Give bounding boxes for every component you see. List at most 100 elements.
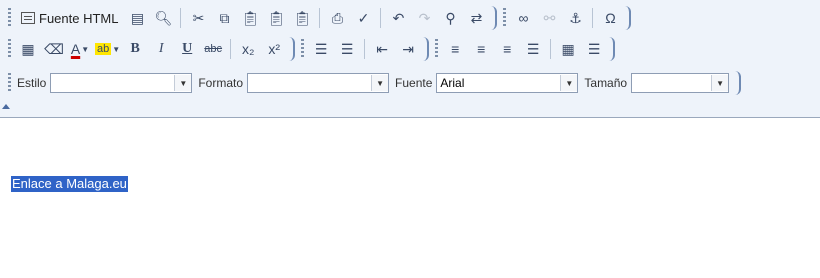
align-center-button[interactable]: ≡: [470, 38, 492, 60]
editor-toolbar: Fuente HTML ▤ 🔍︎ ✂ ⧉ 📋︎ 📋︎ 📋︎ ⎙ ✓ ↶ ↷ ⚲ …: [0, 0, 820, 118]
binoculars-icon: ⚲: [445, 9, 456, 26]
chevron-down-icon[interactable]: ▼: [560, 75, 578, 91]
toolbar-row-3: Estilo ▼ Formato ▼ Fuente Arial ▼ Tamaño…: [8, 69, 747, 97]
separator: [592, 8, 594, 28]
select-all-icon: ▦: [21, 40, 35, 57]
link-button[interactable]: ∞: [512, 7, 534, 29]
ordered-list-button[interactable]: ☰: [310, 38, 332, 60]
special-char-button[interactable]: Ω: [599, 7, 621, 29]
align-left-button[interactable]: ≡: [444, 38, 466, 60]
find-button[interactable]: ⚲: [439, 7, 461, 29]
style-label: Estilo: [17, 76, 47, 90]
table-button[interactable]: ▦: [557, 38, 579, 60]
toolbar-group-end: [609, 37, 616, 61]
separator: [230, 39, 232, 59]
toolbar-group-end: [423, 37, 430, 61]
italic-button[interactable]: I: [150, 38, 172, 60]
chevron-down-icon[interactable]: ▼: [174, 75, 192, 91]
toolbar-grip[interactable]: [8, 73, 11, 93]
align-left-icon: ≡: [451, 41, 460, 57]
toolbar-grip[interactable]: [435, 39, 439, 59]
collapse-toolbar-icon[interactable]: [2, 104, 10, 109]
align-right-button[interactable]: ≡: [496, 38, 518, 60]
paste-icon: 📋︎: [241, 9, 260, 26]
toolbar-group-end: [289, 37, 296, 61]
underline-button[interactable]: U: [176, 38, 198, 60]
replace-button[interactable]: ⇄: [465, 7, 487, 29]
horizontal-rule-button[interactable]: ☰: [583, 38, 605, 60]
link-icon: ∞: [518, 10, 529, 26]
printer-icon: ⎙: [331, 9, 344, 26]
toolbar-row-1: Fuente HTML ▤ 🔍︎ ✂ ⧉ 📋︎ 📋︎ 📋︎ ⎙ ✓ ↶ ↷ ⚲ …: [8, 4, 637, 32]
unordered-list-icon: ☰: [340, 40, 354, 57]
outdent-button[interactable]: ⇤: [371, 38, 393, 60]
preview-button[interactable]: 🔍︎: [152, 7, 174, 29]
align-justify-button[interactable]: ☰: [522, 38, 544, 60]
separator: [180, 8, 182, 28]
separator: [380, 8, 382, 28]
font-select[interactable]: Arial ▼: [436, 73, 579, 93]
toolbar-group-end: [491, 6, 498, 30]
superscript-button[interactable]: x²: [263, 38, 285, 60]
source-html-button[interactable]: Fuente HTML: [17, 7, 122, 29]
paste-word-icon: 📋︎: [293, 9, 312, 26]
remove-format-button[interactable]: ⌫: [43, 38, 65, 60]
align-justify-icon: ☰: [526, 40, 540, 57]
bold-button[interactable]: B: [124, 38, 146, 60]
unlink-icon: ⚯: [543, 9, 556, 26]
toolbar-row-2: ▦ ⌫ A ▼ ab ▼ B I U abc x₂ x² ☰ ☰ ⇤ ⇥ ≡ ≡…: [8, 35, 621, 63]
chevron-down-icon[interactable]: ▼: [711, 75, 729, 91]
indent-button[interactable]: ⇥: [397, 38, 419, 60]
strikethrough-button[interactable]: abc: [202, 38, 224, 60]
chevron-down-icon[interactable]: ▼: [371, 75, 389, 91]
paste-text-button[interactable]: 📋︎: [265, 7, 287, 29]
unlink-button[interactable]: ⚯: [538, 7, 560, 29]
eraser-icon: ⌫: [44, 40, 64, 57]
copy-icon: ⧉: [219, 9, 230, 26]
copy-button[interactable]: ⧉: [213, 7, 235, 29]
table-icon: ▦: [561, 40, 575, 57]
text-color-icon: A: [70, 41, 81, 57]
indent-icon: ⇥: [402, 40, 415, 57]
subscript-button[interactable]: x₂: [237, 38, 259, 60]
chevron-down-icon: ▼: [112, 44, 121, 54]
document-icon: ▤: [130, 9, 145, 26]
undo-icon: ↶: [392, 9, 405, 26]
text-color-button[interactable]: A ▼: [69, 38, 91, 60]
font-label: Fuente: [395, 76, 433, 90]
align-right-icon: ≡: [503, 41, 512, 57]
bg-color-button[interactable]: ab ▼: [95, 38, 120, 60]
chevron-down-icon: ▼: [81, 44, 90, 54]
outdent-icon: ⇤: [376, 40, 389, 57]
cut-button[interactable]: ✂: [187, 7, 209, 29]
redo-button[interactable]: ↷: [413, 7, 435, 29]
spellcheck-icon: ✓: [357, 9, 370, 26]
format-label: Formato: [198, 76, 244, 90]
paste-button[interactable]: 📋︎: [239, 7, 261, 29]
style-select[interactable]: ▼: [50, 73, 193, 93]
toolbar-grip[interactable]: [301, 39, 305, 59]
toolbar-grip[interactable]: [8, 8, 11, 28]
selected-link[interactable]: Enlace a Malaga.eu: [11, 176, 128, 192]
editor-content-area[interactable]: Enlace a Malaga.eu: [0, 118, 820, 278]
save-document-button[interactable]: ▤: [126, 7, 148, 29]
toolbar-grip[interactable]: [8, 39, 11, 59]
size-label: Tamaño: [584, 76, 628, 90]
font-value: Arial: [440, 76, 465, 90]
paste-word-button[interactable]: 📋︎: [291, 7, 313, 29]
print-button[interactable]: ⎙: [326, 7, 348, 29]
unordered-list-button[interactable]: ☰: [336, 38, 358, 60]
rich-text-editor: Fuente HTML ▤ 🔍︎ ✂ ⧉ 📋︎ 📋︎ 📋︎ ⎙ ✓ ↶ ↷ ⚲ …: [0, 0, 820, 278]
size-select[interactable]: ▼: [631, 73, 730, 93]
anchor-icon: ⚓︎: [569, 9, 582, 26]
separator: [364, 39, 366, 59]
format-select[interactable]: ▼: [247, 73, 390, 93]
replace-icon: ⇄: [470, 9, 483, 26]
spellcheck-button[interactable]: ✓: [352, 7, 374, 29]
source-html-label: Fuente HTML: [39, 10, 119, 26]
undo-button[interactable]: ↶: [387, 7, 409, 29]
select-all-button[interactable]: ▦: [17, 38, 39, 60]
toolbar-grip[interactable]: [503, 8, 507, 28]
redo-icon: ↷: [418, 9, 431, 26]
anchor-button[interactable]: ⚓︎: [564, 7, 586, 29]
